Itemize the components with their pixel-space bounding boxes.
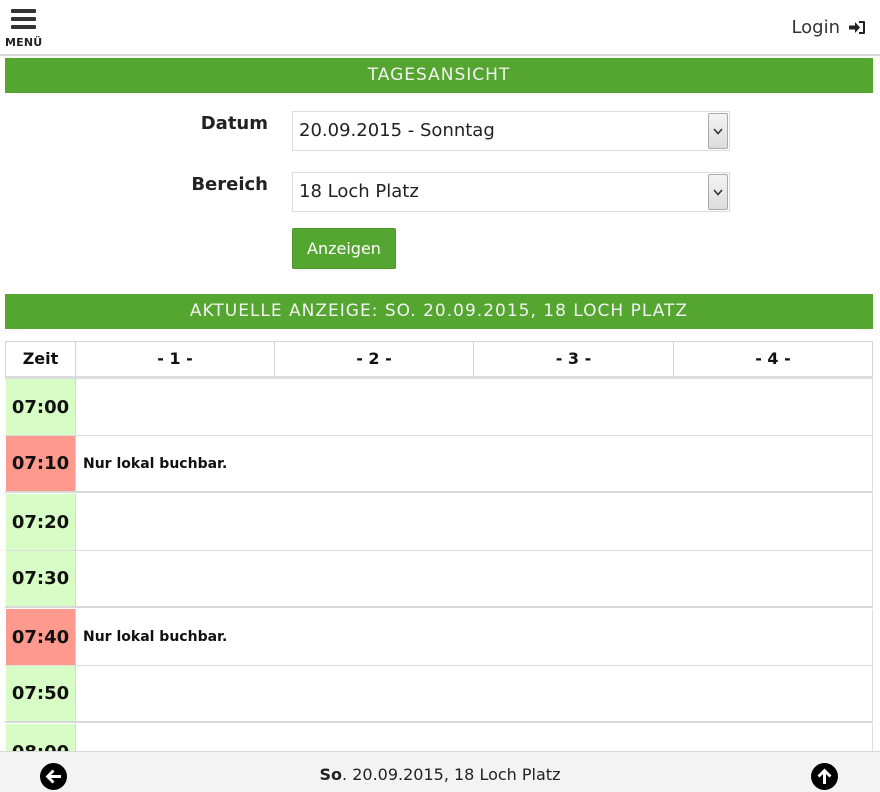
top-bar: MENÜ Login	[0, 0, 880, 56]
show-button[interactable]: Anzeigen	[292, 228, 396, 269]
sign-in-icon	[849, 20, 865, 34]
table-row: 07:40 Nur lokal buchbar.	[5, 609, 873, 666]
table-row: 07:00	[5, 379, 873, 436]
table-row: 07:50	[5, 666, 873, 723]
login-button[interactable]: Login	[791, 14, 866, 40]
column-header-time: Zeit	[5, 341, 76, 379]
login-label: Login	[791, 16, 840, 38]
slot-cell[interactable]	[75, 551, 873, 606]
slot-cell[interactable]	[75, 379, 873, 435]
menu-label: MENÜ	[5, 36, 43, 49]
current-view-header: AKTUELLE ANZEIGE: SO. 20.09.2015, 18 LOC…	[5, 294, 873, 329]
column-header-3: - 3 -	[473, 341, 674, 379]
time-cell: 07:40	[6, 609, 75, 665]
chevron-down-icon	[708, 113, 728, 149]
day-view-header: TAGESANSICHT	[5, 58, 873, 93]
menu-button[interactable]: MENÜ	[5, 6, 49, 52]
slot-cell[interactable]: Nur lokal buchbar.	[75, 436, 873, 491]
app-root: MENÜ Login TAGESANSICHT Datum 20.09.2015…	[0, 0, 880, 792]
arrow-left-icon	[45, 769, 61, 784]
slot-cell[interactable]	[75, 666, 873, 721]
previous-day-button[interactable]	[40, 763, 67, 790]
table-row: 07:10 Nur lokal buchbar.	[5, 436, 873, 493]
bottom-current-date: So. 20.09.2015, 18 Loch Platz	[0, 752, 880, 792]
bottom-day-abbr: So	[319, 765, 343, 784]
slot-note: Nur lokal buchbar.	[83, 629, 228, 645]
date-label: Datum	[200, 113, 268, 134]
time-cell: 07:20	[6, 494, 75, 550]
date-select[interactable]: 20.09.2015 - Sonntag	[292, 111, 730, 151]
time-cell: 07:50	[6, 666, 75, 721]
time-cell: 07:30	[6, 551, 75, 606]
slot-cell[interactable]: Nur lokal buchbar.	[75, 609, 873, 665]
arrow-up-icon	[817, 768, 832, 784]
area-select[interactable]: 18 Loch Platz	[292, 172, 730, 212]
column-header-2: - 2 -	[274, 341, 474, 379]
time-cell: 07:00	[6, 379, 75, 435]
area-label: Bereich	[191, 174, 268, 195]
area-select-value: 18 Loch Platz	[299, 181, 419, 202]
column-header-4: - 4 -	[673, 341, 873, 379]
table-row: 07:30	[5, 551, 873, 608]
chevron-down-icon	[708, 174, 728, 210]
bottom-date-area: . 20.09.2015, 18 Loch Platz	[342, 765, 561, 784]
date-select-value: 20.09.2015 - Sonntag	[299, 120, 495, 141]
column-header-1: - 1 -	[75, 341, 275, 379]
time-cell: 07:10	[6, 436, 75, 491]
slot-cell[interactable]	[75, 494, 873, 550]
scroll-top-button[interactable]	[811, 763, 838, 790]
slot-note: Nur lokal buchbar.	[83, 456, 228, 472]
bottom-nav-bar: So. 20.09.2015, 18 Loch Platz	[0, 751, 880, 792]
table-row: 07:20	[5, 494, 873, 551]
